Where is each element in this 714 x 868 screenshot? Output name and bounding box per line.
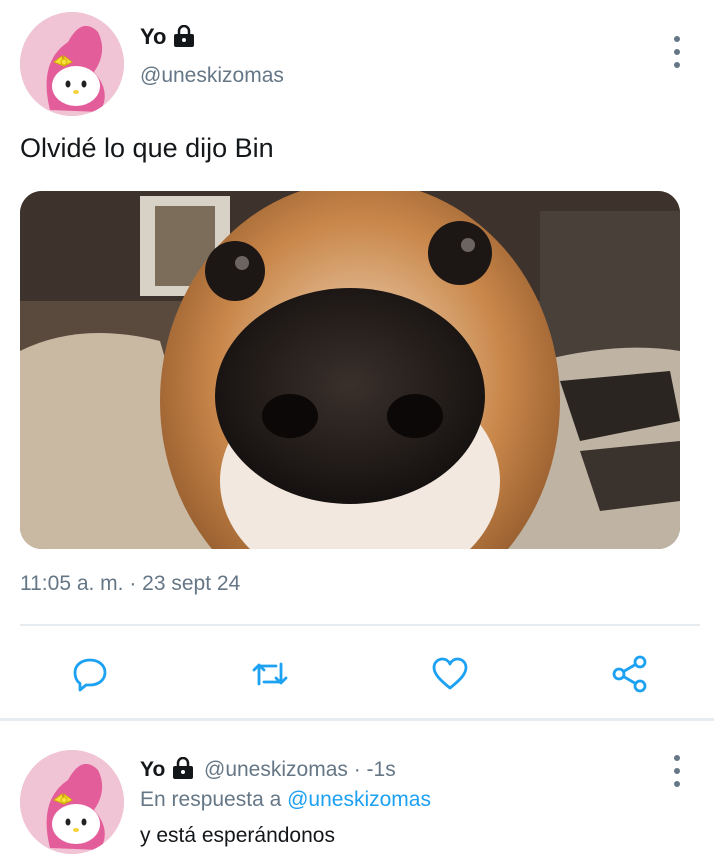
tweet-text: Olvidé lo que dijo Bin: [20, 133, 274, 163]
my-melody-avatar-icon: [20, 750, 124, 854]
replying-to-label: En respuesta a: [140, 788, 282, 811]
tweet-media-image[interactable]: [20, 191, 680, 549]
reply-time: · -1s: [353, 758, 396, 781]
lock-icon: [171, 756, 195, 784]
share-button[interactable]: [608, 652, 652, 696]
lock-icon: [172, 24, 196, 52]
replying-to: En respuesta a @uneskizomas: [140, 788, 431, 812]
divider: [20, 624, 700, 626]
author-handle[interactable]: @uneskizomas: [140, 64, 284, 88]
retweet-button[interactable]: [248, 652, 292, 696]
like-icon: [432, 657, 468, 690]
retweet-icon: [252, 662, 288, 686]
more-options-icon[interactable]: [672, 755, 682, 787]
reply-button[interactable]: [68, 652, 112, 696]
more-options-icon[interactable]: [672, 36, 682, 68]
tweet-timestamp[interactable]: 11:05 a. m. · 23 sept 24: [20, 572, 240, 596]
dog-nose-photo-icon: [20, 191, 680, 549]
reply-author-name[interactable]: Yo: [140, 758, 165, 782]
avatar[interactable]: [20, 750, 124, 854]
author-name[interactable]: Yo: [140, 24, 166, 50]
my-melody-avatar-icon: [20, 12, 124, 116]
reply-text: y está esperándonos: [140, 824, 335, 847]
share-icon: [612, 655, 647, 693]
replying-to-handle-link[interactable]: @uneskizomas: [287, 788, 431, 811]
like-button[interactable]: [428, 652, 472, 696]
divider: [0, 718, 714, 721]
reply-handle-time[interactable]: @uneskizomas · -1s: [204, 758, 396, 782]
reply-handle[interactable]: @uneskizomas: [204, 758, 348, 781]
avatar[interactable]: [20, 12, 124, 116]
reply-icon: [73, 658, 107, 692]
